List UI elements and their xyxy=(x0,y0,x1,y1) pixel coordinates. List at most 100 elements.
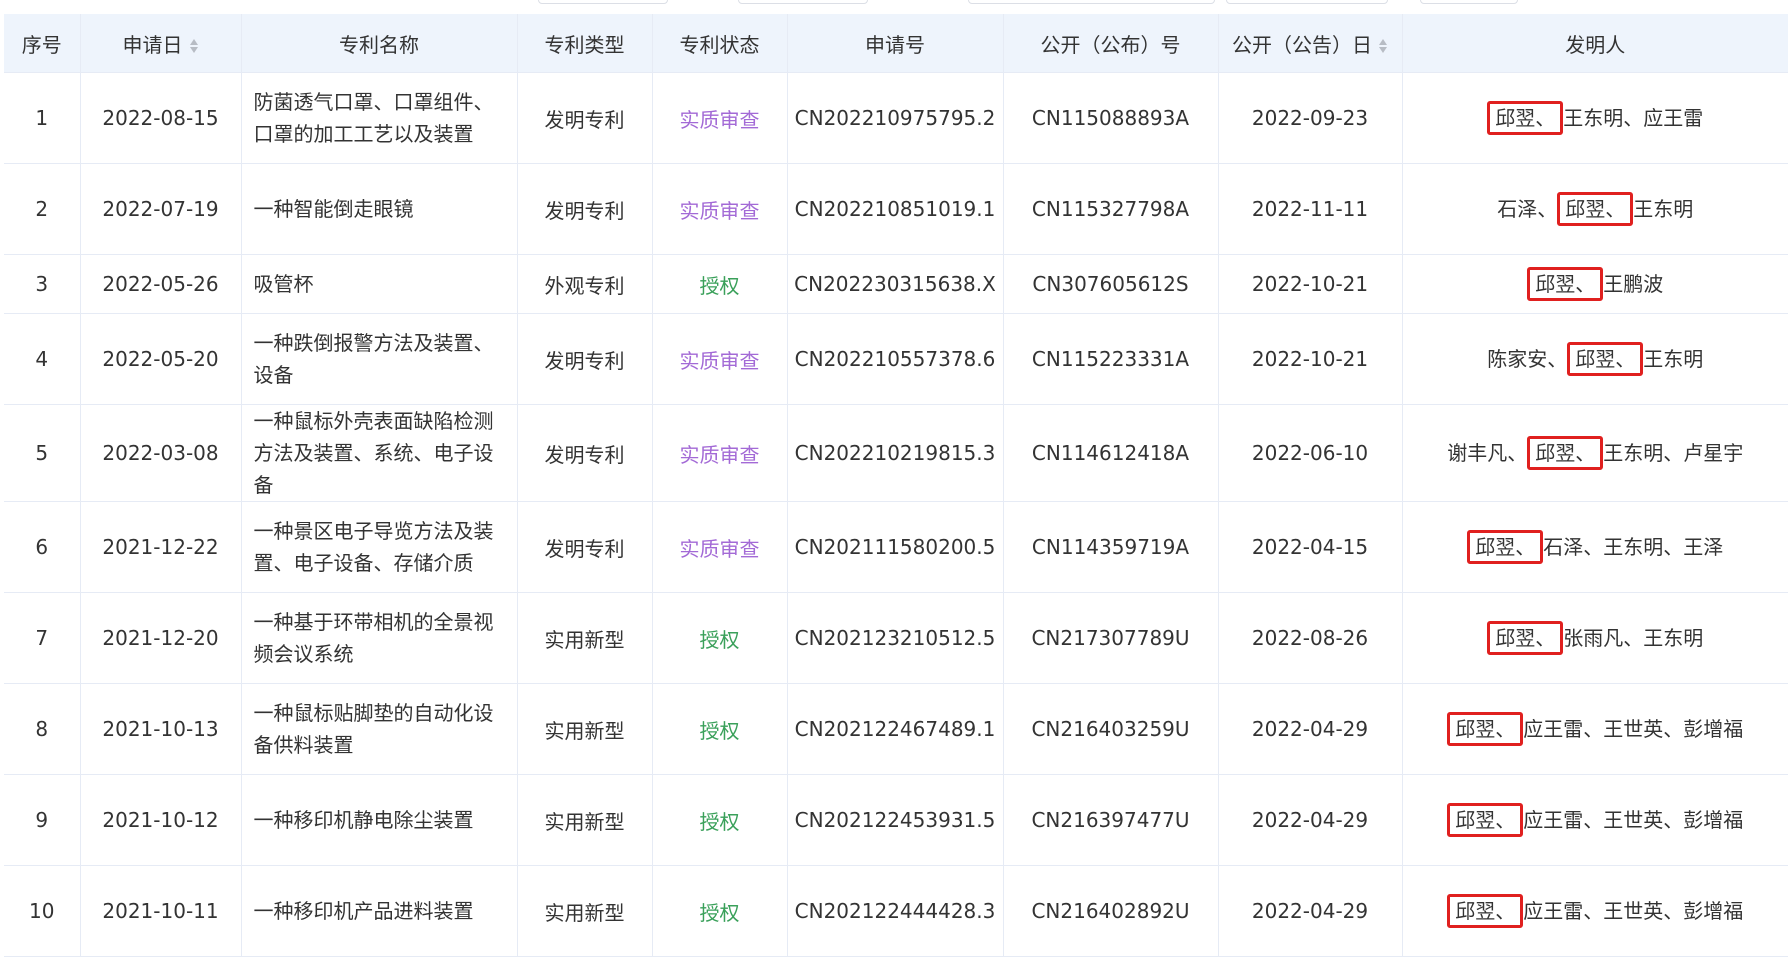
cell-patent-name[interactable]: 防菌透气口罩、口罩组件、口罩的加工工艺以及装置 xyxy=(240,72,517,164)
header-index: 序号 xyxy=(4,14,80,73)
inventor-text: 陈家安、 xyxy=(1487,347,1568,371)
inventor-text: 应王雷、王世英、彭增福 xyxy=(1523,717,1744,741)
cell-patent-name[interactable]: 吸管杯 xyxy=(240,254,517,314)
cell-patent-status: 实质审查 xyxy=(651,404,787,502)
cell-patent-status: 授权 xyxy=(651,774,787,866)
cell-application-number: CN202210557378.6 xyxy=(786,313,1003,405)
cell-publication-date: 2022-04-15 xyxy=(1217,501,1402,593)
table-row: 2 2022-07-19 一种智能倒走眼镜 发明专利 实质审查 CN20221085101… xyxy=(4,163,1788,255)
inventor-text: 应王雷、王世英、彭增福 xyxy=(1523,808,1744,832)
cell-application-number: CN202123210512.5 xyxy=(786,592,1003,684)
cell-publication-number: CN115088893A xyxy=(1002,72,1218,164)
filter-button[interactable] xyxy=(1420,0,1518,4)
filter-button[interactable] xyxy=(738,0,868,4)
cell-application-number: CN202230315638.X xyxy=(786,254,1003,314)
cell-patent-status: 实质审查 xyxy=(651,163,787,255)
filter-button[interactable] xyxy=(968,0,1215,4)
cell-application-date: 2021-10-11 xyxy=(79,865,241,957)
cell-publication-number: CN307605612S xyxy=(1002,254,1218,314)
cell-publication-date: 2022-09-23 xyxy=(1217,72,1402,164)
cell-inventors: 邱翌、 应王雷、王世英、彭增福 xyxy=(1401,683,1788,775)
cell-patent-type: 实用新型 xyxy=(516,774,652,866)
cell-patent-type: 发明专利 xyxy=(516,501,652,593)
cell-publication-date: 2022-11-11 xyxy=(1217,163,1402,255)
filter-button[interactable] xyxy=(1226,0,1388,4)
header-patent-name: 专利名称 xyxy=(240,14,517,73)
sort-caret-icon[interactable] xyxy=(189,38,199,54)
cell-index: 7 xyxy=(4,592,80,684)
cell-application-number: CN202122467489.1 xyxy=(786,683,1003,775)
inventor-text: 石泽、 xyxy=(1497,197,1558,221)
cell-patent-status: 授权 xyxy=(651,683,787,775)
cell-patent-status: 实质审查 xyxy=(651,72,787,164)
cell-publication-number: CN216397477U xyxy=(1002,774,1218,866)
cell-publication-date: 2022-06-10 xyxy=(1217,404,1402,502)
cell-patent-type: 实用新型 xyxy=(516,592,652,684)
filter-button[interactable] xyxy=(538,0,668,4)
inventor-text: 王鹏波 xyxy=(1603,272,1664,296)
highlighted-inventor: 邱翌、 xyxy=(1527,436,1604,470)
cell-inventors: 谢丰凡、 邱翌、 王东明、卢星宇 xyxy=(1401,404,1788,502)
cell-index: 2 xyxy=(4,163,80,255)
cell-inventors: 邱翌、 王鹏波 xyxy=(1401,254,1788,314)
cell-patent-type: 实用新型 xyxy=(516,683,652,775)
cell-patent-type: 发明专利 xyxy=(516,313,652,405)
highlighted-inventor: 邱翌、 xyxy=(1487,101,1564,135)
cell-patent-type: 发明专利 xyxy=(516,72,652,164)
cell-patent-name[interactable]: 一种移印机静电除尘装置 xyxy=(240,774,517,866)
cell-patent-name[interactable]: 一种鼠标贴脚垫的自动化设备供料装置 xyxy=(240,683,517,775)
cell-patent-status: 授权 xyxy=(651,592,787,684)
cell-publication-date: 2022-04-29 xyxy=(1217,683,1402,775)
header-application-number: 申请号 xyxy=(786,14,1003,73)
cell-patent-name[interactable]: 一种移印机产品进料装置 xyxy=(240,865,517,957)
cell-index: 10 xyxy=(4,865,80,957)
cell-publication-number: CN216402892U xyxy=(1002,865,1218,957)
header-publication-date[interactable]: 公开（公告）日 xyxy=(1217,14,1402,73)
cell-publication-date: 2022-04-29 xyxy=(1217,774,1402,866)
cell-application-number: CN202210219815.3 xyxy=(786,404,1003,502)
inventor-text: 王东明、卢星宇 xyxy=(1603,441,1744,465)
cell-application-date: 2021-12-20 xyxy=(79,592,241,684)
cell-index: 4 xyxy=(4,313,80,405)
cell-application-date: 2021-10-13 xyxy=(79,683,241,775)
cell-publication-number: CN115223331A xyxy=(1002,313,1218,405)
cell-application-date: 2022-07-19 xyxy=(79,163,241,255)
cell-inventors: 邱翌、 应王雷、王世英、彭增福 xyxy=(1401,865,1788,957)
highlighted-inventor: 邱翌、 xyxy=(1447,894,1524,928)
cell-patent-name[interactable]: 一种鼠标外壳表面缺陷检测方法及装置、系统、电子设备 xyxy=(240,404,517,502)
cell-patent-status: 实质审查 xyxy=(651,313,787,405)
highlighted-inventor: 邱翌、 xyxy=(1467,530,1544,564)
cell-patent-name[interactable]: 一种景区电子导览方法及装置、电子设备、存储介质 xyxy=(240,501,517,593)
toolbar-edge xyxy=(0,0,1789,14)
highlighted-inventor: 邱翌、 xyxy=(1447,712,1524,746)
cell-patent-type: 外观专利 xyxy=(516,254,652,314)
cell-patent-name[interactable]: 一种智能倒走眼镜 xyxy=(240,163,517,255)
cell-patent-name[interactable]: 一种跌倒报警方法及装置、设备 xyxy=(240,313,517,405)
cell-publication-number: CN216403259U xyxy=(1002,683,1218,775)
cell-index: 5 xyxy=(4,404,80,502)
cell-application-date: 2021-10-12 xyxy=(79,774,241,866)
cell-inventors: 邱翌、 石泽、王东明、王泽 xyxy=(1401,501,1788,593)
cell-index: 3 xyxy=(4,254,80,314)
cell-inventors: 邱翌、 王东明、应王雷 xyxy=(1401,72,1788,164)
cell-index: 9 xyxy=(4,774,80,866)
cell-index: 6 xyxy=(4,501,80,593)
highlighted-inventor: 邱翌、 xyxy=(1557,192,1634,226)
highlighted-inventor: 邱翌、 xyxy=(1447,803,1524,837)
cell-publication-number: CN115327798A xyxy=(1002,163,1218,255)
cell-patent-name[interactable]: 一种基于环带相机的全景视频会议系统 xyxy=(240,592,517,684)
table-row: 9 2021-10-12 一种移印机静电除尘装置 实用新型 授权 CN2021224539… xyxy=(4,774,1788,866)
inventor-text: 王东明 xyxy=(1643,347,1704,371)
sort-caret-icon[interactable] xyxy=(1378,38,1388,54)
header-application-date[interactable]: 申请日 xyxy=(79,14,241,73)
inventor-text: 王东明 xyxy=(1633,197,1694,221)
cell-application-number: CN202122444428.3 xyxy=(786,865,1003,957)
table-header-row: 序号 申请日 专利名称 专利类型 专利状态 申请号 公开（公布）号 公开（公告）… xyxy=(4,14,1788,73)
cell-inventors: 邱翌、 张雨凡、王东明 xyxy=(1401,592,1788,684)
patent-table: 序号 申请日 专利名称 专利类型 专利状态 申请号 公开（公布）号 公开（公告）… xyxy=(4,14,1788,957)
header-patent-type: 专利类型 xyxy=(516,14,652,73)
highlighted-inventor: 邱翌、 xyxy=(1567,342,1644,376)
table-row: 10 2021-10-11 一种移印机产品进料装置 实用新型 授权 CN202122444… xyxy=(4,865,1788,957)
cell-patent-status: 授权 xyxy=(651,254,787,314)
inventor-text: 张雨凡、王东明 xyxy=(1563,626,1704,650)
